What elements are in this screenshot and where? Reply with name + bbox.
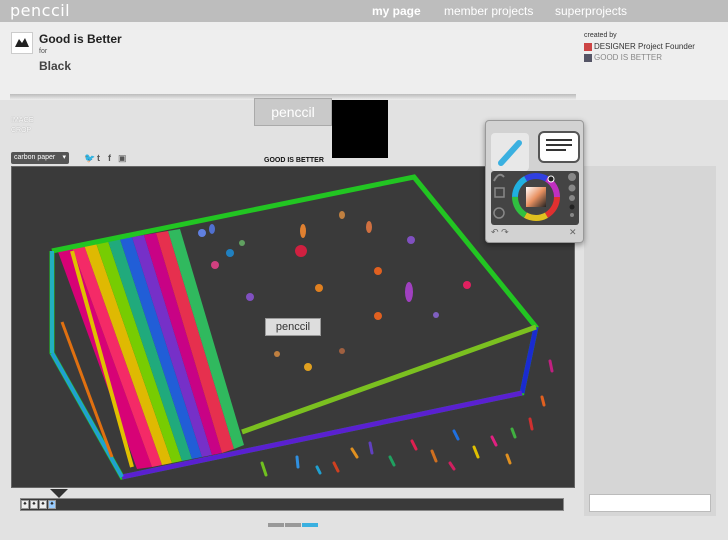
image-link[interactable]: IMAGE (11, 116, 34, 126)
frame-thumbnail-icon[interactable]: ♠ (21, 500, 29, 509)
facebook-icon[interactable]: f (108, 153, 111, 163)
timeline-playhead[interactable] (50, 489, 68, 498)
project-avatar[interactable] (11, 32, 33, 54)
project-credit-name: GOOD IS BETTER (594, 53, 663, 62)
palette-footer: ↶ ↷ ✕ (491, 227, 577, 238)
right-sidebar (584, 166, 716, 516)
crop-link[interactable]: CROP (11, 126, 34, 136)
pager-dot-active[interactable] (302, 523, 318, 527)
dropdown-value: carbon paper (14, 154, 56, 161)
project-badge-icon (584, 53, 592, 62)
redo-icon[interactable]: ↷ (501, 227, 509, 237)
comment-input[interactable] (589, 494, 711, 512)
logo-thumbnail[interactable]: penccil (254, 98, 332, 126)
text-tool-button[interactable] (538, 131, 580, 163)
pager-dot[interactable] (285, 523, 301, 527)
timeline-bar[interactable] (20, 498, 564, 511)
top-nav-bar: penccil my page member projects superpro… (0, 0, 728, 22)
close-icon[interactable]: ✕ (569, 227, 577, 238)
project-for-label: for (39, 48, 48, 55)
frame-thumbnail-icon[interactable]: ♠ (48, 500, 56, 509)
created-by-label: created by (584, 32, 617, 39)
paper-type-dropdown[interactable]: carbon paper ▾ (11, 152, 69, 164)
share-icon[interactable]: ▣ (118, 153, 127, 164)
color-wheel-icon (493, 173, 576, 221)
brush-tool-button[interactable] (491, 133, 529, 171)
site-logo[interactable]: penccil (10, 1, 70, 20)
nav-my-page[interactable]: my page (372, 4, 421, 18)
nav-superprojects[interactable]: superprojects (555, 4, 627, 18)
tool-palette[interactable]: ↶ ↷ ✕ (485, 120, 584, 243)
text-lines-icon (546, 139, 572, 151)
designer-badge-icon (584, 42, 592, 51)
color-picker-panel[interactable] (491, 171, 579, 225)
chevron-down-icon: ▾ (62, 154, 66, 161)
black-thumbnail[interactable] (332, 100, 388, 158)
side-menu: IMAGE CROP (11, 116, 34, 136)
canvas-logo: penccil (265, 318, 321, 336)
frame-thumbnail-icon[interactable]: ♠ (30, 500, 38, 509)
project-title[interactable]: Good is Better (39, 32, 122, 46)
creator-name: DESIGNER Project Founder (594, 42, 695, 51)
project-subtitle[interactable]: Black (39, 59, 71, 73)
twitter-icon[interactable]: 🐦 (84, 153, 95, 164)
nav-member-projects[interactable]: member projects (444, 4, 533, 18)
frame-list: ♠ ♠ ♠ ♠ (21, 500, 56, 509)
tumblr-icon[interactable]: t (97, 153, 100, 163)
undo-icon[interactable]: ↶ (491, 227, 499, 237)
pager-dot[interactable] (268, 523, 284, 527)
creator-link[interactable]: DESIGNER Project Founder (584, 42, 695, 51)
canvas-title: GOOD IS BETTER (264, 157, 324, 164)
frame-thumbnail-icon[interactable]: ♠ (39, 500, 47, 509)
brush-icon (498, 140, 522, 166)
project-credit-link[interactable]: GOOD IS BETTER (584, 53, 662, 62)
